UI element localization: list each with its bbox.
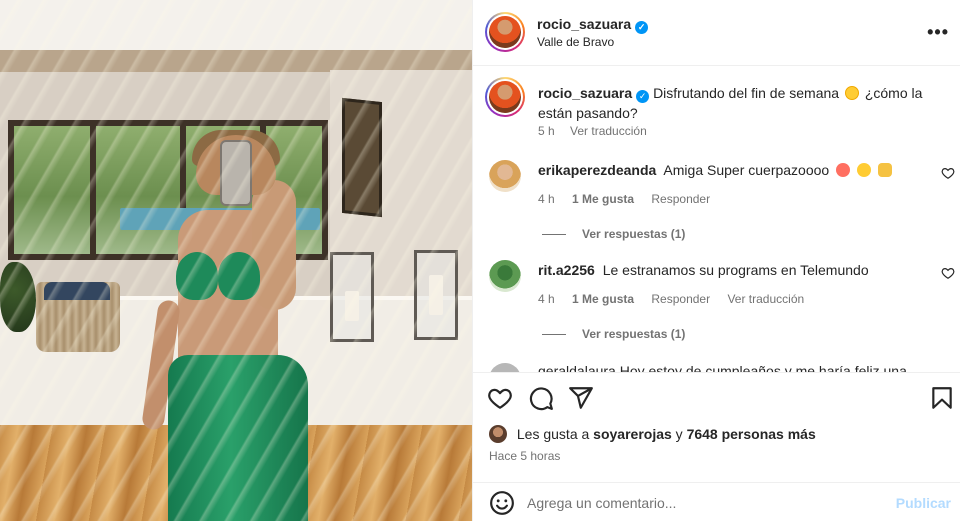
post-timestamp[interactable]: Hace 5 horas bbox=[489, 449, 560, 463]
liker-username[interactable]: soyarerojas bbox=[593, 426, 672, 442]
reply-button[interactable]: Responder bbox=[651, 292, 710, 306]
photo-bikini-top bbox=[176, 252, 218, 300]
translate-link[interactable]: Ver traducción bbox=[570, 124, 647, 138]
post-location[interactable]: Valle de Bravo bbox=[537, 35, 614, 49]
add-comment-bar: Publicar bbox=[473, 482, 960, 521]
caption-time: 5 h bbox=[538, 124, 555, 138]
caption-meta: 5 h Ver traducción bbox=[538, 124, 659, 138]
caption-avatar[interactable] bbox=[485, 77, 525, 117]
likes-prefix: Les gusta a bbox=[516, 426, 590, 442]
photo-lantern bbox=[414, 250, 458, 340]
comment-likes[interactable]: 1 Me gusta bbox=[572, 192, 634, 206]
view-replies-link[interactable]: Ver respuestas (1) bbox=[542, 327, 685, 341]
photo-ceiling-beam bbox=[0, 50, 472, 72]
publish-button[interactable]: Publicar bbox=[896, 495, 951, 511]
photo-lantern bbox=[330, 252, 374, 342]
view-replies-label: Ver respuestas (1) bbox=[582, 327, 686, 341]
caption-username[interactable]: rocio_sazuara bbox=[538, 85, 632, 101]
liker-avatar[interactable] bbox=[489, 425, 507, 443]
comment-avatar[interactable] bbox=[489, 260, 521, 292]
verified-badge-icon: ✓ bbox=[636, 90, 650, 103]
photo-basket-cloth bbox=[44, 282, 110, 300]
comment-time: 4 h bbox=[538, 192, 555, 206]
comments-list[interactable]: rocio_sazuara ✓ Disfrutando del fin de se… bbox=[473, 67, 960, 372]
comment-likes[interactable]: 1 Me gusta bbox=[572, 292, 634, 306]
likes-count[interactable]: 7648 personas más bbox=[687, 426, 816, 442]
photo-skirt bbox=[168, 355, 308, 521]
translate-link[interactable]: Ver traducción bbox=[727, 292, 804, 306]
more-options-icon[interactable]: ••• bbox=[927, 22, 949, 43]
emoji-picker-icon[interactable] bbox=[489, 490, 515, 516]
bookmark-icon[interactable] bbox=[929, 385, 955, 411]
caption-body: Disfrutando del fin de semana bbox=[653, 85, 840, 101]
comment-meta: 4 h 1 Me gusta Responder Ver traducción bbox=[538, 292, 818, 306]
post-actions: Les gusta a soyarerojas y 7648 personas … bbox=[473, 372, 960, 490]
post-header: rocio_sazuara ✓ Valle de Bravo ••• bbox=[473, 0, 960, 66]
comment-username[interactable]: rit.a2256 bbox=[538, 262, 595, 278]
comment-body: Le estranamos su programs en Telemundo bbox=[602, 262, 869, 278]
post-author-username[interactable]: rocio_sazuara bbox=[537, 16, 631, 32]
grin-emoji-icon bbox=[856, 163, 871, 177]
heart-icon[interactable] bbox=[487, 385, 513, 411]
photo-plant bbox=[0, 262, 36, 332]
comment-username[interactable]: erikaperezdeanda bbox=[538, 162, 656, 178]
kiss-emoji-icon bbox=[836, 163, 851, 177]
photo-painting bbox=[342, 97, 382, 218]
comment-icon[interactable] bbox=[528, 385, 554, 411]
comment-input[interactable] bbox=[527, 491, 877, 515]
replies-divider bbox=[542, 234, 566, 236]
photo-phone bbox=[220, 140, 252, 206]
avatar[interactable] bbox=[485, 12, 525, 52]
comment-avatar[interactable] bbox=[489, 363, 521, 372]
post-side-panel: rocio_sazuara ✓ Valle de Bravo ••• rocio_… bbox=[472, 0, 960, 521]
comment-text-partial: geraldalaura Hoy estoy de cumpleaños y m… bbox=[538, 363, 907, 372]
comment-text: erikaperezdeanda Amiga Super cuerpazoooo bbox=[538, 162, 892, 178]
comment-body: Amiga Super cuerpazoooo bbox=[663, 162, 830, 178]
likes-summary: Les gusta a soyarerojas y 7648 personas … bbox=[489, 425, 816, 443]
view-replies-label: Ver respuestas (1) bbox=[582, 227, 686, 241]
post-image[interactable] bbox=[0, 0, 472, 521]
view-replies-link[interactable]: Ver respuestas (1) bbox=[542, 227, 685, 241]
sun-emoji-icon bbox=[844, 86, 859, 100]
like-comment-heart-icon[interactable] bbox=[941, 266, 955, 280]
photo-window-frame bbox=[90, 120, 96, 260]
photo-candle bbox=[429, 275, 443, 315]
likes-connector: y bbox=[675, 426, 683, 442]
photo-bikini-top bbox=[218, 252, 260, 300]
victory-hand-emoji-icon bbox=[877, 163, 892, 177]
comment-avatar[interactable] bbox=[489, 160, 521, 192]
like-comment-heart-icon[interactable] bbox=[941, 166, 955, 180]
comment-meta: 4 h 1 Me gusta Responder bbox=[538, 192, 724, 206]
comment-time: 4 h bbox=[538, 292, 555, 306]
photo-candle bbox=[345, 291, 359, 321]
share-icon[interactable] bbox=[568, 385, 594, 411]
caption-text: rocio_sazuara ✓ Disfrutando del fin de se… bbox=[538, 83, 938, 123]
replies-divider bbox=[542, 334, 566, 336]
post-author-name[interactable]: rocio_sazuara ✓ bbox=[537, 16, 649, 34]
verified-badge-icon: ✓ bbox=[635, 21, 649, 34]
photo-person-arm bbox=[252, 180, 296, 310]
reply-button[interactable]: Responder bbox=[651, 192, 710, 206]
comment-text: rit.a2256 Le estranamos su programs en T… bbox=[538, 262, 869, 278]
